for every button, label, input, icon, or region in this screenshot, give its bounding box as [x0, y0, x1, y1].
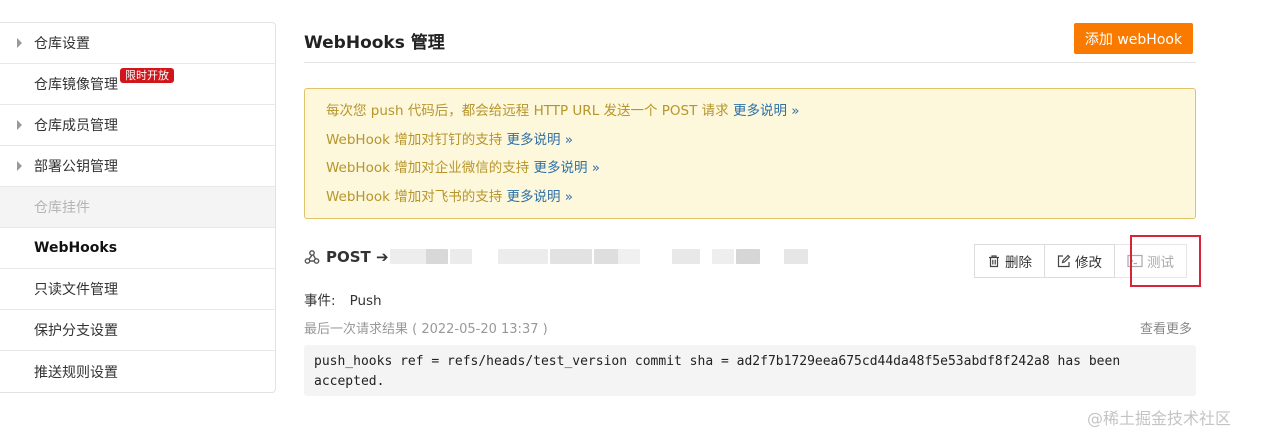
add-webhook-button[interactable]: 添加 webHook [1074, 23, 1193, 54]
notice-text: 每次您 push 代码后，都会给远程 HTTP URL 发送一个 POST 请求 [326, 103, 733, 119]
notice-text: WebHook 增加对钉钉的支持 [326, 131, 507, 148]
sidebar-item-label: 保护分支设置 [34, 323, 118, 339]
event-row: 事件: Push [304, 289, 382, 309]
more-info-link[interactable]: 更多说明 » [507, 189, 574, 205]
view-more-link[interactable]: 查看更多 [1140, 318, 1192, 337]
event-label: 事件: [304, 293, 336, 309]
caret-right-icon [17, 120, 22, 130]
notice-line: WebHook 增加对企业微信的支持 更多说明 » [326, 156, 1195, 185]
sidebar-item-webhooks[interactable]: WebHooks [0, 228, 275, 269]
sidebar-item-label: 只读文件管理 [34, 282, 118, 298]
settings-sidebar: 仓库设置 仓库镜像管理 限时开放 仓库成员管理 部署公钥管理 仓库挂件 WebH… [0, 22, 276, 393]
delete-button[interactable]: 删除 [974, 244, 1045, 278]
webhook-method: POST ➔ [326, 248, 389, 266]
sidebar-item-label: 仓库镜像管理 [34, 77, 118, 93]
highlight-annotation [1130, 235, 1201, 287]
last-request-info: 最后一次请求结果 ( 2022-05-20 13:37 ) [304, 322, 548, 337]
notice-line: 每次您 push 代码后，都会给远程 HTTP URL 发送一个 POST 请求… [326, 99, 1195, 128]
sidebar-item-label: 仓库挂件 [34, 200, 90, 216]
delete-label: 删除 [1005, 255, 1032, 271]
sidebar-item-label: 推送规则设置 [34, 364, 118, 381]
sidebar-item-label: 部署公钥管理 [34, 159, 118, 175]
notice-text: WebHook 增加对飞书的支持 [326, 188, 507, 205]
webhook-entry-header: POST ➔ [304, 246, 397, 268]
limited-badge: 限时开放 [120, 68, 174, 83]
divider [304, 62, 1196, 63]
sidebar-item-repo-settings[interactable]: 仓库设置 [0, 23, 275, 64]
info-notice: 每次您 push 代码后，都会给远程 HTTP URL 发送一个 POST 请求… [304, 88, 1196, 219]
sidebar-item-push-rules[interactable]: 推送规则设置 [0, 351, 275, 392]
sidebar-item-label: 仓库成员管理 [34, 118, 118, 134]
page-title: WebHooks 管理 [304, 33, 445, 53]
sidebar-item-protected-branches[interactable]: 保护分支设置 [0, 310, 275, 351]
caret-right-icon [17, 38, 22, 48]
sidebar-item-widgets: 仓库挂件 [0, 187, 275, 228]
caret-right-icon [17, 161, 22, 171]
notice-line: WebHook 增加对飞书的支持 更多说明 » [326, 185, 1195, 214]
trash-icon [989, 255, 999, 268]
edit-button[interactable]: 修改 [1045, 244, 1115, 278]
response-output: push_hooks ref = refs/heads/test_version… [304, 345, 1196, 396]
sidebar-item-repo-mirror[interactable]: 仓库镜像管理 限时开放 [0, 64, 275, 105]
sidebar-item-deploy-keys[interactable]: 部署公钥管理 [0, 146, 275, 187]
edit-label: 修改 [1075, 255, 1102, 271]
event-value: Push [349, 293, 382, 309]
edit-icon [1057, 254, 1071, 268]
more-info-link[interactable]: 更多说明 » [507, 132, 574, 148]
more-info-link[interactable]: 更多说明 » [534, 160, 601, 176]
sidebar-item-members[interactable]: 仓库成员管理 [0, 105, 275, 146]
sidebar-item-label: WebHooks [34, 240, 118, 256]
notice-text: WebHook 增加对企业微信的支持 [326, 160, 534, 176]
sidebar-item-readonly-files[interactable]: 只读文件管理 [0, 269, 275, 310]
sidebar-item-label: 仓库设置 [34, 36, 90, 52]
webhook-icon [304, 250, 320, 264]
more-info-link[interactable]: 更多说明 » [733, 103, 800, 119]
notice-line: WebHook 增加对钉钉的支持 更多说明 » [326, 128, 1195, 157]
watermark: @稀土掘金技术社区 [1087, 409, 1232, 428]
